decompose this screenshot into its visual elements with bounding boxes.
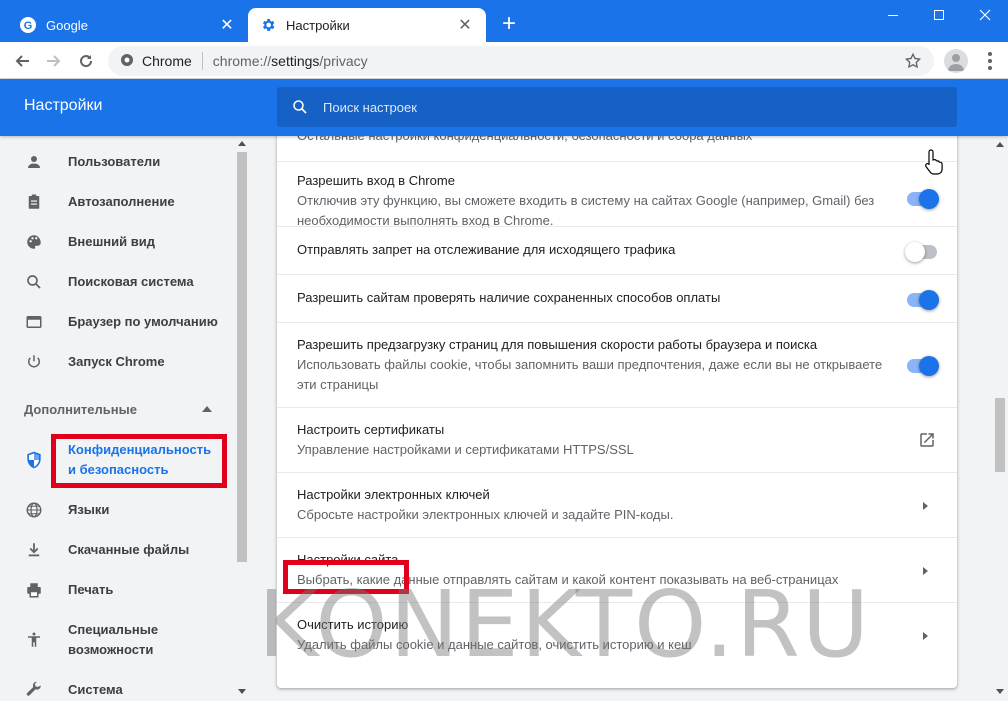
reload-button[interactable] <box>72 47 100 75</box>
site-chip: Chrome <box>142 53 192 69</box>
scroll-up-icon[interactable] <box>238 141 246 146</box>
toggle-do-not-track[interactable] <box>905 242 939 262</box>
globe-icon <box>24 500 44 520</box>
power-icon <box>24 352 44 372</box>
accessibility-icon <box>24 630 44 650</box>
google-favicon-icon: G <box>20 17 36 33</box>
shield-icon <box>24 450 44 470</box>
row-preload-pages[interactable]: Разрешить предзагрузку страниц для повыш… <box>277 322 957 407</box>
person-icon <box>24 152 44 172</box>
settings-sidebar: Пользователи Автозаполнение Внешний вид … <box>0 136 236 701</box>
sidebar-item-appearance[interactable]: Внешний вид <box>0 232 232 252</box>
sidebar-scrollbar[interactable] <box>234 136 250 701</box>
download-icon <box>24 540 44 560</box>
sidebar-item-printing[interactable]: Печать <box>0 580 232 600</box>
annotation-highlight-site-settings <box>283 560 409 594</box>
toggle-chrome-signin[interactable] <box>905 189 939 209</box>
gear-icon <box>260 17 276 33</box>
tab-settings[interactable]: Настройки ✕ <box>248 8 486 42</box>
tab-title: Настройки <box>286 17 350 33</box>
search-icon <box>24 272 44 292</box>
reload-icon <box>80 55 93 68</box>
collapse-arrow-icon[interactable] <box>202 406 212 412</box>
row-do-not-track[interactable]: Отправлять запрет на отслеживание для ис… <box>277 226 957 274</box>
clipboard-icon <box>24 192 44 212</box>
arrow-left-icon <box>15 55 29 67</box>
advanced-section-title[interactable]: Дополнительные <box>24 402 137 417</box>
tab-strip: G Google ✕ Настройки ✕ + <box>0 0 1008 42</box>
url-host: settings <box>271 53 320 69</box>
hand-cursor-icon <box>924 148 946 176</box>
page-title: Настройки <box>24 97 103 114</box>
url-path: /privacy <box>319 53 368 69</box>
row-allow-chrome-signin[interactable]: Разрешить вход в Chrome Отключив эту фун… <box>277 161 957 228</box>
sidebar-item-on-startup[interactable]: Запуск Chrome <box>0 352 232 372</box>
bookmark-star-icon[interactable] <box>904 52 922 70</box>
settings-main: Остальные настройки конфиденциальности, … <box>250 136 992 701</box>
chrome-site-icon <box>120 53 134 70</box>
sidebar-item-system[interactable]: Система <box>0 680 232 700</box>
sidebar-item-downloads[interactable]: Скачанные файлы <box>0 540 232 560</box>
sidebar-item-search-engine[interactable]: Поисковая система <box>0 272 232 292</box>
chrome-menu-button[interactable] <box>980 50 1000 72</box>
main-scrollbar[interactable] <box>992 136 1008 701</box>
scrollbar-thumb[interactable] <box>995 398 1005 472</box>
profile-avatar[interactable] <box>944 49 968 73</box>
wrench-icon <box>24 680 44 700</box>
scroll-down-icon[interactable] <box>238 689 246 694</box>
scrollbar-thumb[interactable] <box>237 152 247 562</box>
sidebar-item-default-browser[interactable]: Браузер по умолчанию <box>0 312 232 332</box>
search-icon <box>293 100 307 114</box>
close-tab-icon[interactable]: ✕ <box>218 16 236 34</box>
chevron-right-icon[interactable] <box>923 632 928 640</box>
row-clear-history[interactable]: Очистить историю Удалить файлы cookie и … <box>277 602 957 668</box>
search-input[interactable] <box>323 99 923 115</box>
url-scheme: chrome:// <box>212 53 272 69</box>
tab-google[interactable]: G Google ✕ <box>8 8 248 42</box>
sidebar-item-languages[interactable]: Языки <box>0 500 232 520</box>
row-security-keys[interactable]: Настройки электронных ключей Сбросьте на… <box>277 472 957 537</box>
close-tab-icon[interactable]: ✕ <box>456 16 474 34</box>
settings-header: Настройки <box>0 79 1008 136</box>
new-tab-button[interactable]: + <box>496 12 522 38</box>
profile-icon <box>948 54 964 71</box>
back-button[interactable] <box>8 47 36 75</box>
scroll-down-icon[interactable] <box>996 689 1004 694</box>
row-payment-methods[interactable]: Разрешить сайтам проверять наличие сохра… <box>277 274 957 322</box>
browser-toolbar: Chrome chrome://settings/privacy <box>0 42 1008 79</box>
arrow-right-icon <box>47 55 61 67</box>
address-bar[interactable]: Chrome chrome://settings/privacy <box>108 46 934 76</box>
row-more-privacy-settings[interactable]: Остальные настройки конфиденциальности, … <box>277 136 957 161</box>
sidebar-item-autofill[interactable]: Автозаполнение <box>0 192 232 212</box>
maximize-button[interactable] <box>916 0 962 30</box>
minimize-button[interactable] <box>870 0 916 30</box>
svg-text:G: G <box>24 20 33 32</box>
annotation-highlight-privacy <box>51 434 227 488</box>
toggle-payment-methods[interactable] <box>905 290 939 310</box>
printer-icon <box>24 580 44 600</box>
sidebar-item-accessibility[interactable]: Специальные возможности <box>0 620 232 660</box>
external-link-icon[interactable] <box>918 431 936 449</box>
privacy-card: Остальные настройки конфиденциальности, … <box>277 136 957 688</box>
sidebar-item-people[interactable]: Пользователи <box>0 152 232 172</box>
row-manage-certificates[interactable]: Настроить сертификаты Управление настрой… <box>277 407 957 472</box>
chevron-right-icon[interactable] <box>923 502 928 510</box>
palette-icon <box>24 232 44 252</box>
tab-title: Google <box>46 17 88 33</box>
settings-search[interactable] <box>277 87 957 127</box>
toggle-preload-pages[interactable] <box>905 356 939 376</box>
forward-button[interactable] <box>40 47 68 75</box>
browser-icon <box>24 312 44 332</box>
scroll-up-icon[interactable] <box>996 142 1004 147</box>
close-window-button[interactable] <box>962 0 1008 30</box>
chevron-right-icon[interactable] <box>923 567 928 575</box>
omnibox-separator <box>201 52 203 70</box>
